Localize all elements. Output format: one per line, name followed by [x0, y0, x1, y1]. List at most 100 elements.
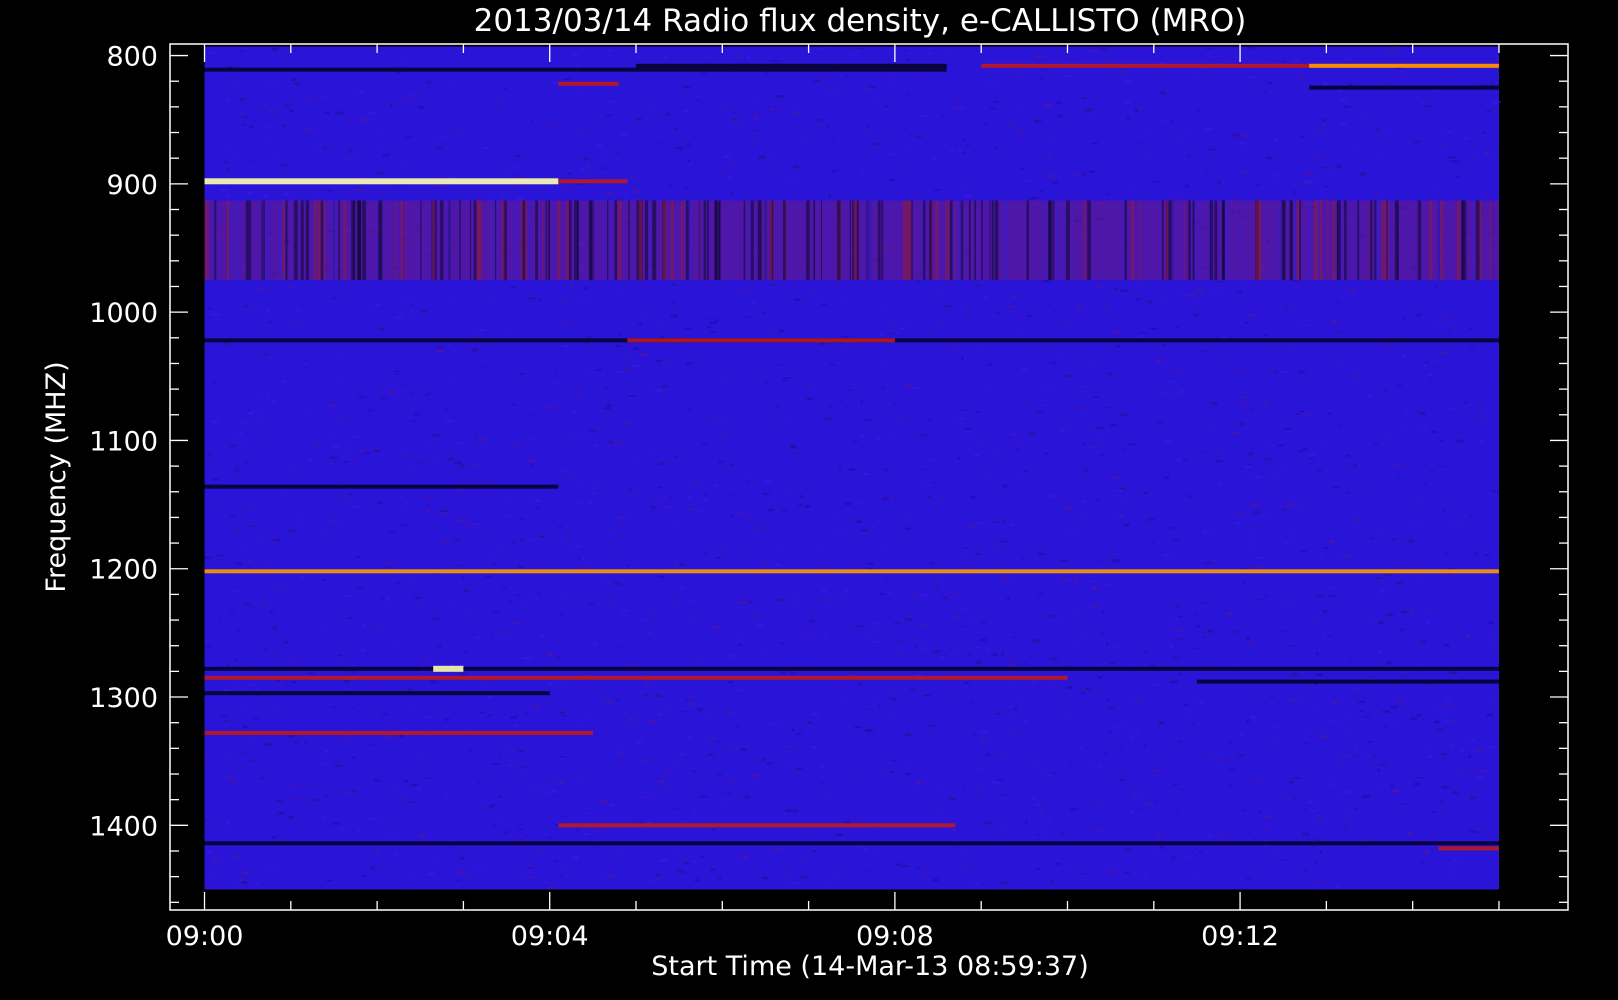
noise-speck	[838, 685, 845, 688]
noise-speck	[933, 878, 939, 882]
noise-speck	[901, 865, 909, 867]
noise-speck	[1126, 116, 1131, 120]
noise-speck	[1135, 732, 1138, 736]
noise-speck	[1096, 426, 1104, 429]
noise-speck	[1378, 650, 1383, 654]
noise-speck	[239, 884, 246, 887]
noise-speck	[1106, 699, 1110, 702]
noise-speck	[615, 151, 620, 154]
noise-speck	[455, 879, 462, 882]
noise-speck	[1369, 537, 1374, 540]
noise-speck	[734, 290, 739, 292]
noise-speck	[417, 387, 422, 389]
noise-speck	[283, 136, 289, 139]
noise-speck	[1159, 298, 1165, 300]
noise-speck	[319, 631, 327, 633]
noise-speck	[865, 130, 873, 133]
noise-speck	[437, 644, 442, 648]
noise-speck	[446, 541, 450, 545]
noise-speck	[261, 515, 265, 519]
noise-speck	[1030, 712, 1038, 714]
noise-speck	[1350, 289, 1357, 293]
noise-speck	[477, 438, 486, 441]
noise-speck	[288, 656, 295, 659]
noise-speck	[1439, 351, 1443, 354]
noise-speck	[432, 618, 441, 621]
noise-speck	[888, 753, 892, 755]
noise-speck	[943, 305, 952, 307]
noise-speck	[1039, 552, 1047, 556]
noise-speck	[1321, 166, 1328, 169]
noise-speck	[1337, 762, 1342, 765]
noise-speck	[920, 468, 926, 471]
noise-speck	[342, 792, 350, 795]
noise-speck	[282, 615, 288, 617]
noise-speck	[751, 480, 755, 483]
noise-speck	[986, 387, 992, 389]
noise-speck	[1025, 821, 1028, 824]
noise-speck	[406, 296, 410, 299]
noise-speck	[838, 467, 842, 471]
noise-speck	[260, 396, 263, 400]
noise-speck	[1412, 140, 1420, 143]
noise-speck	[1450, 868, 1454, 872]
noise-speck	[842, 699, 847, 701]
noise-speck	[881, 497, 889, 500]
noise-speck	[1024, 720, 1028, 723]
noise-speck	[1001, 881, 1009, 885]
noise-speck	[657, 392, 665, 395]
noise-speck	[518, 811, 521, 813]
region-stripe	[1382, 200, 1385, 281]
noise-speck	[830, 411, 834, 414]
noise-speck	[858, 48, 865, 50]
noise-speck	[1103, 306, 1108, 309]
noise-speck	[1230, 813, 1235, 815]
noise-speck	[660, 385, 669, 388]
noise-speck	[1392, 724, 1396, 727]
noise-speck	[1244, 465, 1251, 469]
noise-speck	[780, 642, 786, 645]
noise-speck	[1247, 452, 1254, 456]
noise-speck	[963, 863, 971, 866]
noise-speck	[649, 125, 653, 128]
noise-speck	[235, 658, 238, 662]
noise-speck	[910, 289, 914, 292]
noise-speck	[1015, 439, 1023, 443]
noise-speck	[342, 63, 346, 65]
noise-speck	[1319, 553, 1323, 556]
noise-speck	[511, 540, 516, 544]
noise-speck	[994, 146, 999, 149]
noise-speck	[985, 834, 989, 837]
noise-speck	[928, 418, 933, 421]
noise-speck	[1248, 313, 1257, 317]
noise-speck	[632, 330, 640, 332]
noise-speck	[1109, 394, 1117, 397]
noise-speck	[1168, 644, 1174, 648]
noise-speck	[657, 324, 665, 328]
noise-speck	[1293, 777, 1301, 779]
region-stripe	[813, 200, 816, 281]
noise-speck	[1045, 821, 1052, 824]
noise-speck	[242, 725, 248, 729]
noise-speck	[1419, 663, 1422, 666]
noise-speck	[1354, 688, 1360, 690]
noise-speck	[1249, 640, 1255, 643]
noise-speck	[213, 818, 218, 820]
noise-speck	[1446, 567, 1453, 570]
noise-speck	[1004, 335, 1009, 337]
noise-speck	[548, 123, 556, 127]
region-stripe	[214, 200, 217, 281]
noise-speck	[1345, 454, 1350, 457]
noise-speck	[593, 472, 597, 474]
region-stripe	[1124, 200, 1128, 281]
noise-speck	[530, 414, 533, 417]
noise-speck	[796, 733, 803, 735]
noise-speck	[453, 350, 457, 352]
noise-speck	[936, 809, 941, 812]
noise-speck	[463, 589, 469, 592]
noise-speck	[1137, 47, 1142, 51]
region-stripe	[906, 200, 908, 281]
noise-speck	[547, 682, 553, 685]
noise-speck	[982, 295, 988, 298]
noise-speck	[249, 648, 255, 651]
